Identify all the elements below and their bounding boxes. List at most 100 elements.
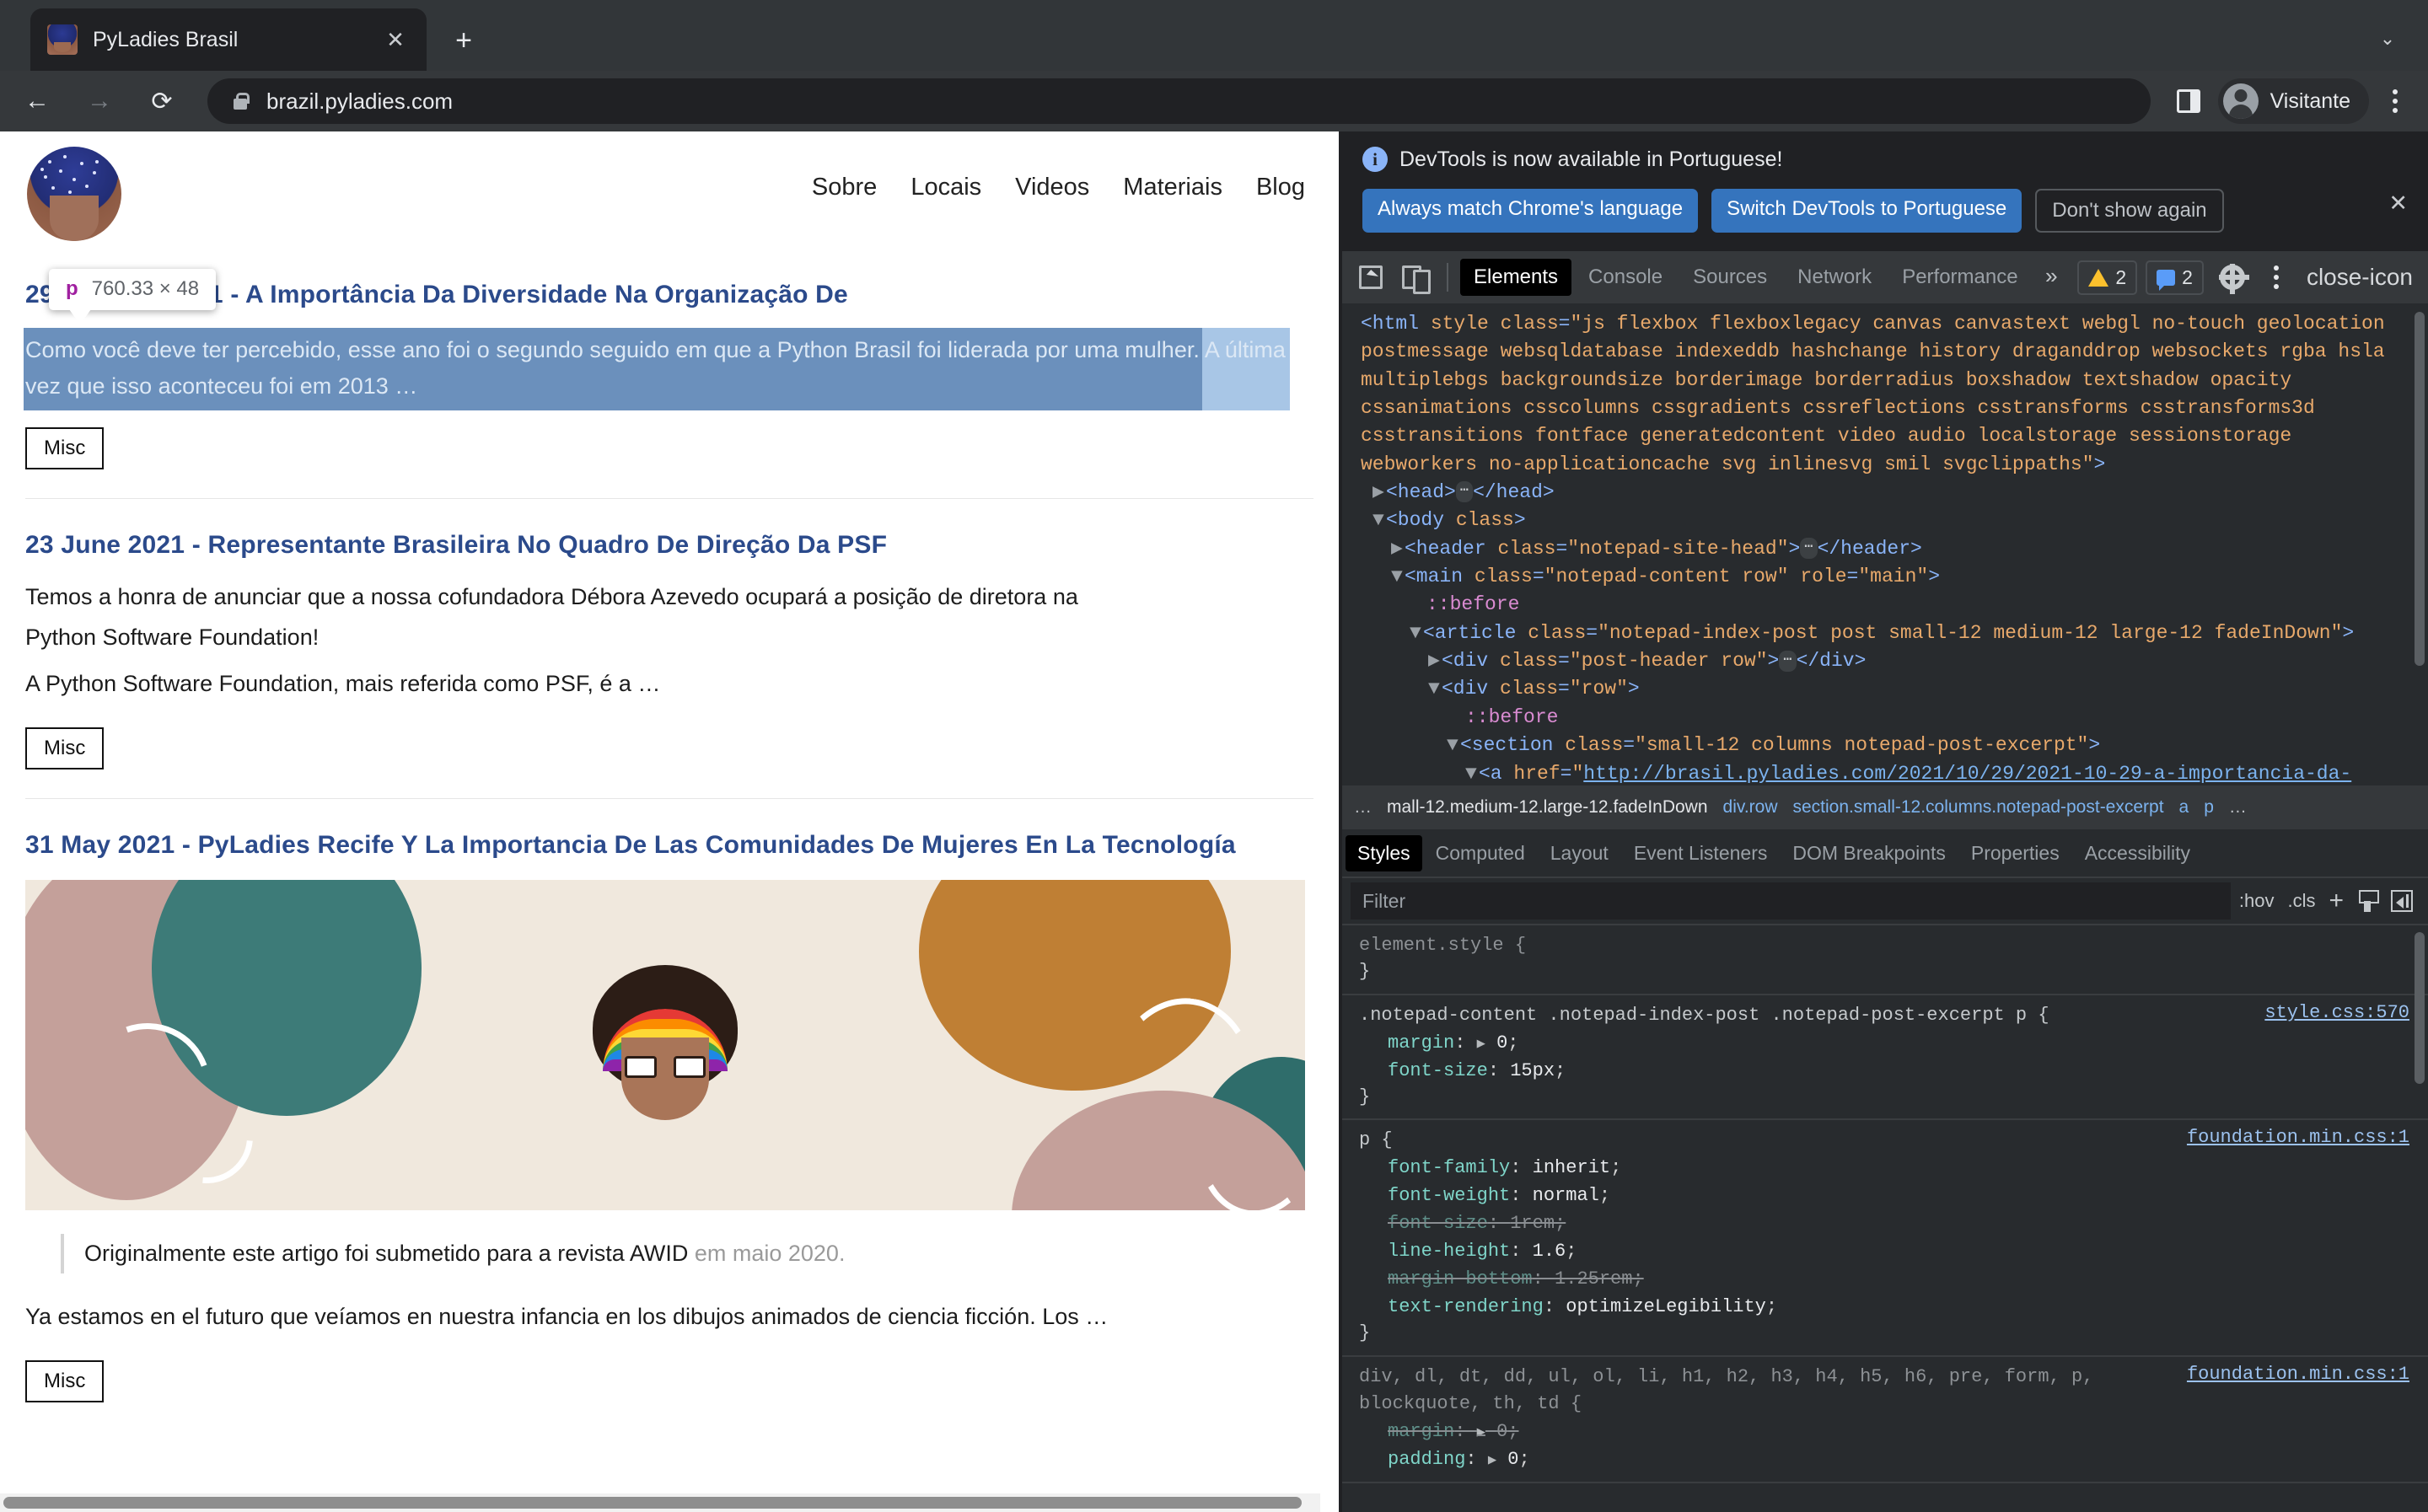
breadcrumb-item-a[interactable]: a <box>2179 797 2189 818</box>
css-source-link[interactable]: style.css:570 <box>2264 1002 2409 1023</box>
tab-accessibility[interactable]: Accessibility <box>2073 835 2202 871</box>
css-declaration[interactable]: font-size: 15px; <box>1359 1057 2411 1085</box>
pyladies-logo-icon[interactable] <box>27 147 121 241</box>
new-tab-button[interactable]: + <box>442 19 486 62</box>
switch-devtools-language-button[interactable]: Switch DevTools to Portuguese <box>1711 189 2022 233</box>
css-declaration[interactable]: margin: ▶ 0; <box>1359 1029 2411 1057</box>
toggle-sidebar-icon[interactable] <box>2391 890 2413 912</box>
css-rule-element-style[interactable]: element.style { } <box>1342 925 2428 995</box>
post-title[interactable]: 29 October 2021 - A Importância Da Diver… <box>25 279 1313 311</box>
dom-node-div-row[interactable]: ▼<div class="row"> <box>1342 675 2428 703</box>
css-source-link[interactable]: foundation.min.css:1 <box>2187 1364 2409 1385</box>
css-declaration[interactable]: padding: ▶ 0; <box>1359 1445 2411 1473</box>
sidebar-item-blog[interactable]: Blog <box>1256 174 1305 201</box>
warning-count-badge[interactable]: 2 <box>2077 260 2137 295</box>
post-tag-misc-button[interactable]: Misc <box>25 727 104 769</box>
device-toolbar-icon[interactable] <box>1394 257 1435 298</box>
css-source-link[interactable]: foundation.min.css:1 <box>2187 1127 2409 1148</box>
css-rule-notepad-excerpt[interactable]: .notepad-content .notepad-index-post .no… <box>1342 995 2428 1121</box>
breadcrumb-item-p[interactable]: p <box>2204 797 2214 818</box>
post-title[interactable]: 23 June 2021 - Representante Brasileira … <box>25 529 1313 561</box>
sidebar-item-sobre[interactable]: Sobre <box>812 174 877 201</box>
breadcrumb-item-section[interactable]: section.small-12.columns.notepad-post-ex… <box>1793 797 2164 818</box>
dom-node-head[interactable]: ▶<head>⋯</head> <box>1342 479 2428 507</box>
css-declaration-overridden[interactable]: margin: ▶ 0; <box>1359 1418 2411 1445</box>
tab-event-listeners[interactable]: Event Listeners <box>1622 835 1780 871</box>
css-value: 1.6 <box>1533 1241 1566 1262</box>
gear-icon[interactable] <box>2212 257 2253 298</box>
css-declaration[interactable]: font-weight: normal; <box>1359 1182 2411 1209</box>
tab-performance[interactable]: Performance <box>1888 259 2031 296</box>
reload-icon[interactable]: ⟳ <box>137 76 187 126</box>
css-declaration[interactable]: font-family: inherit; <box>1359 1154 2411 1182</box>
css-rule-foundation-reset[interactable]: div, dl, dt, dd, ul, ol, li, h1, h2, h3,… <box>1342 1357 2428 1483</box>
more-tabs-chevron-icon[interactable]: » <box>2035 265 2069 290</box>
dom-tree-scrollbar[interactable] <box>2415 312 2425 666</box>
breadcrumb-item-article[interactable]: mall-12.medium-12.large-12.fadeInDown <box>1387 797 1708 818</box>
page-horizontal-scrollbar[interactable] <box>0 1493 1320 1512</box>
tab-styles[interactable]: Styles <box>1346 835 1422 871</box>
expand-shorthand-icon[interactable]: ▶ <box>1477 1037 1485 1053</box>
always-match-language-button[interactable]: Always match Chrome's language <box>1362 189 1698 233</box>
message-count-badge[interactable]: 2 <box>2146 260 2204 295</box>
forward-arrow-icon[interactable]: → <box>74 76 125 126</box>
tab-dom-breakpoints[interactable]: DOM Breakpoints <box>1781 835 1958 871</box>
dom-node-post-header[interactable]: ▶<div class="post-header row">⋯</div> <box>1342 647 2428 675</box>
sidebar-item-materiais[interactable]: Materiais <box>1123 174 1222 201</box>
css-value: inherit <box>1533 1157 1610 1178</box>
css-declaration[interactable]: line-height: 1.6; <box>1359 1237 2411 1265</box>
back-arrow-icon[interactable]: ← <box>12 76 62 126</box>
dom-node-body[interactable]: ▼<body class> <box>1342 507 2428 534</box>
tab-sources[interactable]: Sources <box>1679 259 1781 296</box>
css-rule-p[interactable]: p { foundation.min.css:1 font-family: in… <box>1342 1120 2428 1357</box>
dont-show-again-button[interactable]: Don't show again <box>2035 189 2223 233</box>
sidebar-item-locais[interactable]: Locais <box>910 174 981 201</box>
dom-node-main[interactable]: ▼<main class="notepad-content row" role=… <box>1342 563 2428 591</box>
tab-layout[interactable]: Layout <box>1539 835 1620 871</box>
tab-console[interactable]: Console <box>1575 259 1676 296</box>
dom-node-anchor[interactable]: ▼<a href="http://brasil.pyladies.com/202… <box>1342 760 2428 786</box>
css-value: 1rem <box>1510 1213 1555 1234</box>
dom-node-section[interactable]: ▼<section class="small-12 columns notepa… <box>1342 732 2428 759</box>
inspect-element-icon[interactable] <box>1351 257 1391 298</box>
scrollbar-thumb[interactable] <box>3 1497 1302 1509</box>
tab-network[interactable]: Network <box>1784 259 1885 296</box>
tab-computed[interactable]: Computed <box>1424 835 1537 871</box>
dom-tree[interactable]: <html style class="js flexbox flexboxleg… <box>1342 303 2428 785</box>
banner-close-icon[interactable]: ✕ <box>2388 192 2408 215</box>
dom-node-header[interactable]: ▶<header class="notepad-site-head">⋯</he… <box>1342 535 2428 563</box>
dom-node-pseudo-before[interactable]: ::before <box>1342 704 2428 732</box>
devtools-close-icon[interactable]: close-icon <box>2300 264 2420 291</box>
address-bar[interactable]: brazil.pyladies.com <box>207 78 2151 124</box>
dom-node-html[interactable]: <html style class="js flexbox flexboxleg… <box>1342 310 2428 479</box>
css-declaration-overridden[interactable]: margin-bottom: 1.25rem; <box>1359 1265 2411 1293</box>
css-declaration[interactable]: text-rendering: optimizeLegibility; <box>1359 1293 2411 1321</box>
side-panel-icon[interactable] <box>2166 78 2211 124</box>
post-title[interactable]: 31 May 2021 - PyLadies Recife Y La Impor… <box>25 829 1313 861</box>
expand-shorthand-icon[interactable]: ▶ <box>1477 1425 1485 1441</box>
profile-button[interactable]: Visitante <box>2218 78 2369 124</box>
browser-tab[interactable]: PyLadies Brasil ✕ <box>30 8 427 71</box>
tab-title: PyLadies Brasil <box>93 28 381 52</box>
tab-search-chevron-down-icon[interactable]: ⌄ <box>2369 22 2406 56</box>
tab-close-icon[interactable]: ✕ <box>381 25 410 54</box>
tab-elements[interactable]: Elements <box>1460 259 1571 296</box>
post-tag-misc-button[interactable]: Misc <box>25 1360 104 1402</box>
css-declaration-overridden[interactable]: font-size: 1rem; <box>1359 1209 2411 1237</box>
breadcrumb-item-div-row[interactable]: div.row <box>1723 797 1778 818</box>
computed-styles-brush-icon[interactable] <box>2357 890 2377 912</box>
expand-shorthand-icon[interactable]: ▶ <box>1488 1453 1496 1469</box>
sidebar-item-videos[interactable]: Videos <box>1015 174 1089 201</box>
styles-filter-input[interactable]: Filter <box>1351 882 2231 920</box>
dom-node-article[interactable]: ▼<article class="notepad-index-post post… <box>1342 619 2428 647</box>
devtools-kebab-menu-icon[interactable] <box>2261 254 2291 301</box>
styles-pane-scrollbar[interactable] <box>2415 932 2425 1084</box>
kebab-menu-icon[interactable] <box>2374 78 2416 125</box>
hover-state-button[interactable]: :hov <box>2239 890 2275 912</box>
new-style-rule-button[interactable]: + <box>2329 887 2344 915</box>
tab-properties[interactable]: Properties <box>1959 835 2071 871</box>
dom-node-pseudo-before[interactable]: ::before <box>1342 591 2428 619</box>
class-editor-button[interactable]: .cls <box>2287 890 2315 912</box>
post-tag-misc-button[interactable]: Misc <box>25 427 104 469</box>
styles-pane[interactable]: element.style { } .notepad-content .note… <box>1342 925 2428 1512</box>
